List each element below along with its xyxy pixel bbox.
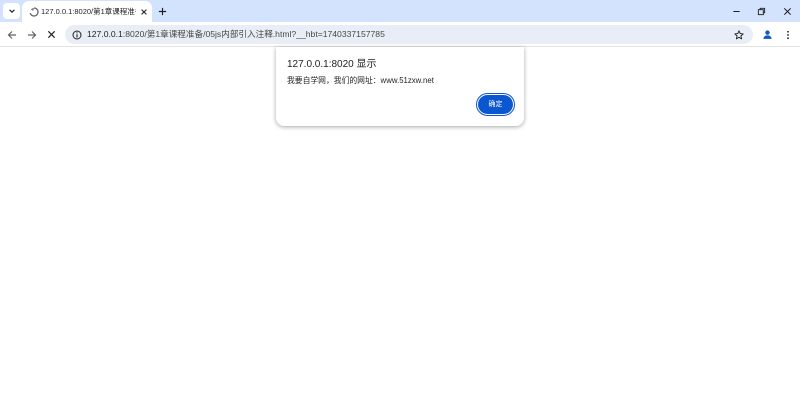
stop-loading-icon [47,30,56,39]
ok-button[interactable]: 确定 [475,92,516,117]
star-icon [734,29,744,39]
url-text[interactable]: 127.0.0.1:8020/第1章课程准备/05js内部引入注释.html?_… [87,28,385,41]
menu-button[interactable] [779,26,796,43]
back-button[interactable] [3,26,20,43]
dialog-message: 我要自学网，我们的网址：www.51zxw.net [287,76,434,85]
tab-search-button[interactable] [3,3,20,19]
address-bar[interactable]: 127.0.0.1:8020/第1章课程准备/05js内部引入注释.html?_… [65,25,753,44]
minimize-button[interactable] [727,3,745,19]
close-icon [783,7,791,15]
close-window-button[interactable] [778,3,796,19]
alert-dialog: 127.0.0.1:8020 显示 我要自学网，我们的网址：www.51zxw.… [276,47,524,126]
info-icon[interactable] [70,28,83,41]
browser-tab[interactable]: 127.0.0.1:8020/第1章课程准备/05js内部引入注释.html?_… [22,1,152,22]
url-host: 127.0.0.1 [87,29,123,39]
chevron-down-icon [8,9,15,13]
url-path: :8020/第1章课程准备/05js内部引入注释.html?__hbt=1740… [122,29,385,39]
tab-title: 127.0.0.1:8020/第1章课程准备/05js内部引入注释.html?_… [41,7,136,16]
new-tab-button[interactable] [155,4,169,18]
profile-button[interactable] [759,26,776,43]
forward-button[interactable] [23,26,40,43]
stop-button[interactable] [43,26,60,43]
bookmark-button[interactable] [732,28,746,41]
profile-icon [763,30,772,39]
dialog-title: 127.0.0.1:8020 显示 [287,59,377,70]
kebab-menu-icon [786,30,789,39]
minimize-icon [732,10,740,12]
restore-button[interactable] [752,3,770,19]
close-icon[interactable] [138,6,149,17]
tab-strip: 127.0.0.1:8020/第1章课程准备/05js内部引入注释.html?_… [0,0,800,22]
loading-favicon-icon [28,6,39,17]
plus-icon [158,7,166,15]
browser-toolbar: 127.0.0.1:8020/第1章课程准备/05js内部引入注释.html?_… [0,22,800,47]
forward-arrow-icon [27,30,36,39]
back-arrow-icon [7,30,16,39]
restore-icon [757,7,765,15]
